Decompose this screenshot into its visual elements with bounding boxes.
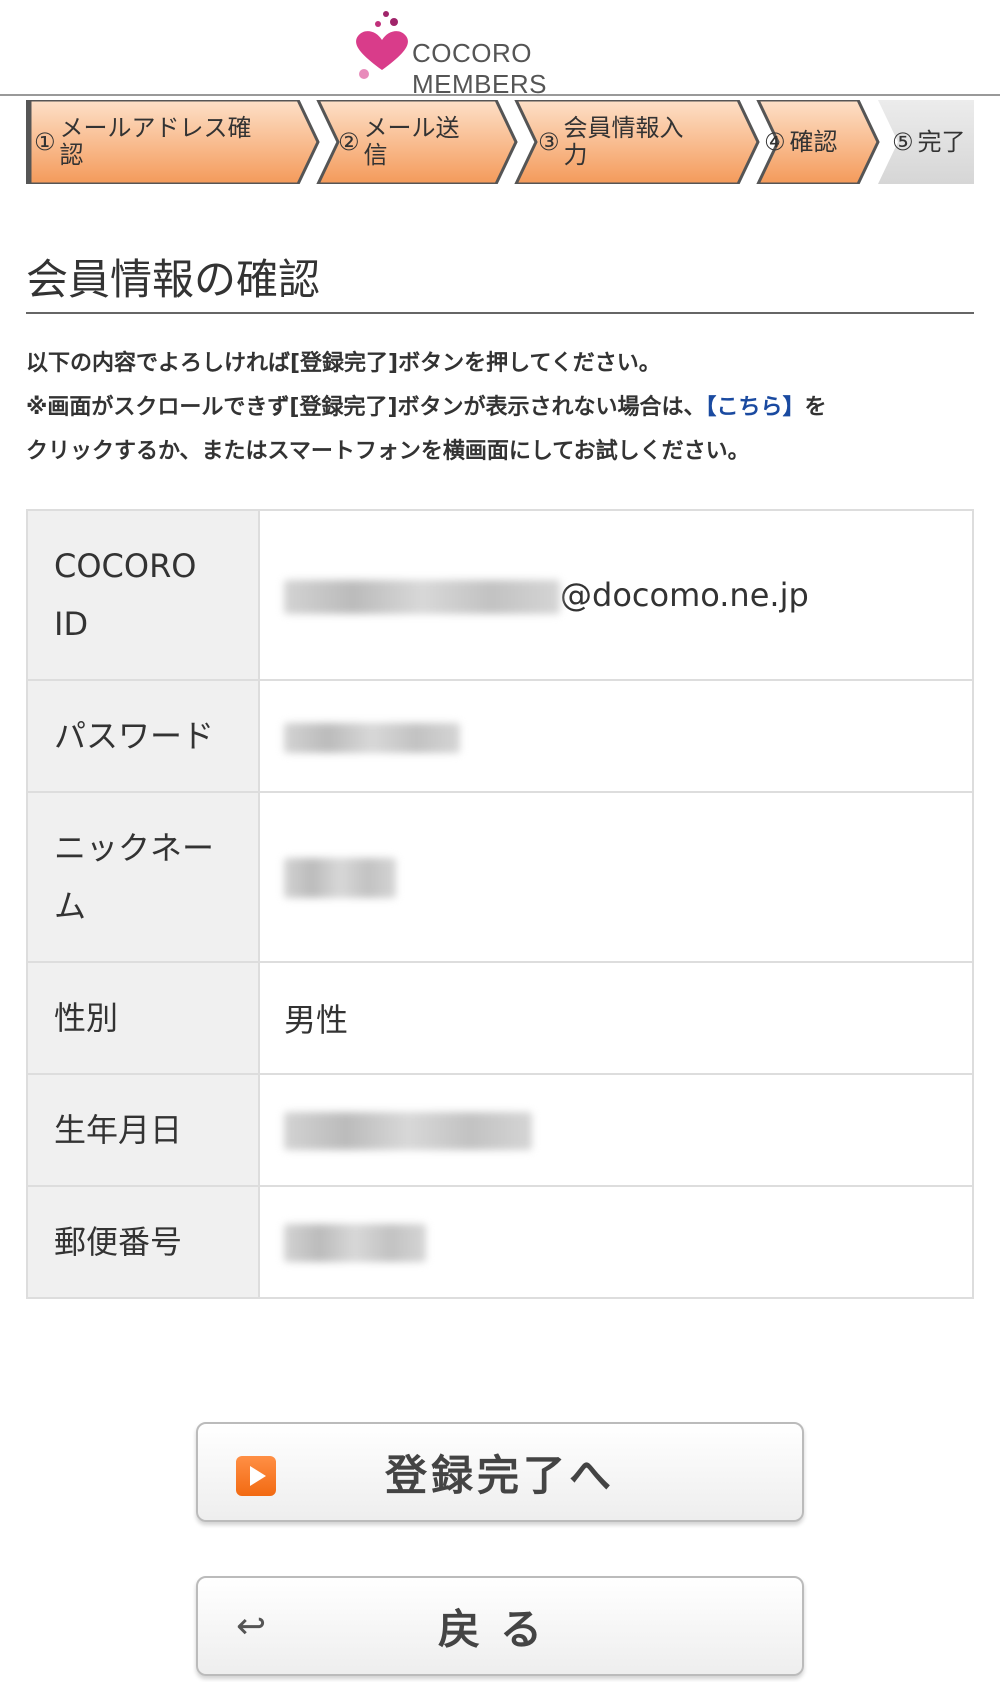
birthdate-value (258, 1073, 974, 1187)
redacted-birthdate (284, 1112, 532, 1150)
redacted-email (284, 580, 560, 614)
here-link[interactable]: 【こちら】 (706, 395, 805, 420)
redacted-password (284, 723, 460, 753)
nickname-label: ニックネーム (26, 791, 260, 963)
table-row: 性別 男性 (26, 961, 974, 1075)
redacted-postal-code (284, 1224, 426, 1262)
back-button[interactable]: ↩ 戻る (196, 1576, 804, 1676)
site-header: COCORO MEMBERS (0, 0, 1000, 99)
step-4: ④ 確認 (764, 127, 838, 156)
complete-registration-button[interactable]: 登録完了へ (196, 1422, 804, 1522)
logo-text: COCORO MEMBERS (412, 38, 547, 99)
instruction-line-3: クリックするか、またはスマートフォンを横画面にしてお試しください。 (26, 439, 750, 464)
member-info-table: COCORO ID @docomo.ne.jp パスワード ニックネーム 性別 … (26, 509, 974, 1299)
cocoro-members-logo[interactable]: COCORO MEMBERS (352, 8, 672, 99)
postal-code-label: 郵便番号 (26, 1185, 260, 1299)
nickname-value (258, 791, 974, 963)
cocoro-id-label: COCORO ID (26, 509, 260, 681)
page-title: 会員情報の確認 (26, 255, 321, 304)
title-divider (26, 312, 974, 314)
password-value (258, 679, 974, 793)
redacted-nickname (284, 857, 396, 898)
table-row: 郵便番号 (26, 1185, 974, 1299)
table-row: 生年月日 (26, 1073, 974, 1187)
registration-steps: ① メールアドレス確認 ② メール送信 ③ 会員情報入力 ④ 確認 ⑤ 完了 (26, 100, 974, 184)
step-2: ② メール送信 (338, 114, 460, 169)
table-row: COCORO ID @docomo.ne.jp (26, 509, 974, 681)
instruction-line-2: ※画面がスクロールできず[登録完了]ボタンが表示されない場合は、【こちら】を (26, 395, 827, 420)
gender-value: 男性 (258, 961, 974, 1075)
password-label: パスワード (26, 679, 260, 793)
table-row: パスワード (26, 679, 974, 793)
instructions: 以下の内容でよろしければ[登録完了]ボタンを押してください。 ※画面がスクロール… (26, 342, 986, 474)
step-3: ③ 会員情報入力 (538, 114, 684, 169)
gender-label: 性別 (26, 961, 260, 1075)
step-5: ⑤ 完了 (892, 127, 966, 156)
heart-logo-icon (356, 11, 408, 79)
table-row: ニックネーム (26, 791, 974, 963)
instruction-line-1: 以下の内容でよろしければ[登録完了]ボタンを押してください。 (26, 351, 661, 376)
cocoro-id-value: @docomo.ne.jp (258, 509, 974, 681)
postal-code-value (258, 1185, 974, 1299)
step-1: ① メールアドレス確認 (34, 114, 252, 169)
birthdate-label: 生年月日 (26, 1073, 260, 1187)
